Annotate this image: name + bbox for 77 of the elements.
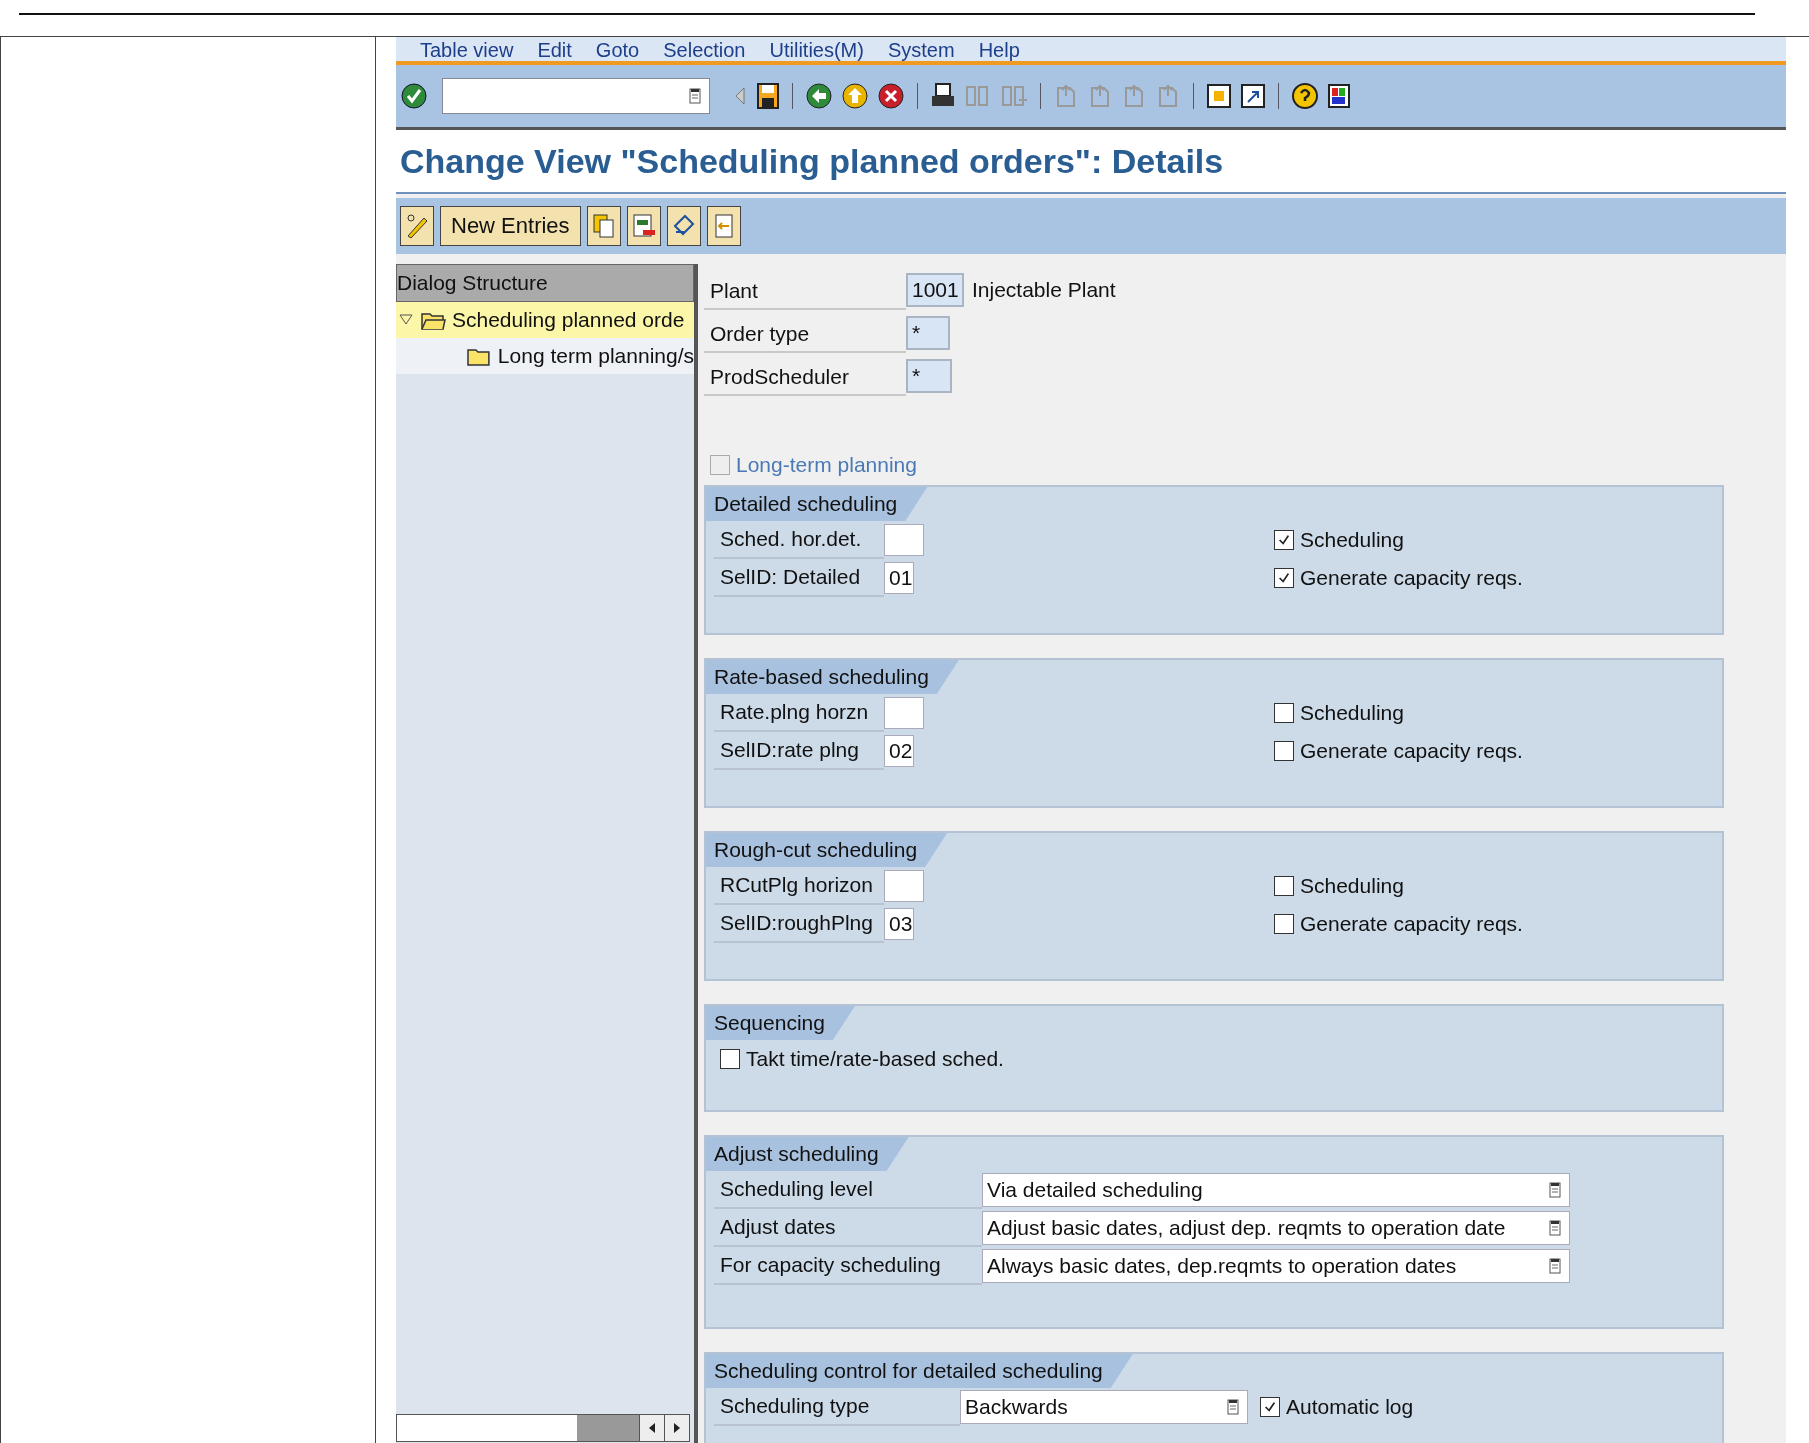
checkbox-label: Generate capacity reqs. [1300, 566, 1523, 590]
save-icon[interactable] [756, 82, 780, 110]
menu-item[interactable]: Table view [420, 39, 514, 61]
menu-item[interactable]: Selection [663, 39, 746, 61]
screen-title: Change View "Scheduling planned orders": Details [400, 141, 1224, 181]
checkbox-label: Scheduling [1300, 528, 1404, 552]
checkbox[interactable] [1260, 1397, 1280, 1417]
delete-icon [630, 212, 657, 240]
tree-item[interactable]: Scheduling planned orde [396, 302, 694, 338]
menu-item[interactable]: Edit [537, 39, 572, 61]
checkbox-label: Scheduling [1300, 701, 1404, 725]
dropdown-icon[interactable] [1549, 1258, 1561, 1274]
group-title: Sequencing [706, 1006, 855, 1040]
checkbox[interactable] [1274, 876, 1294, 896]
group-title: Scheduling control for detailed scheduling [706, 1354, 1133, 1388]
dropdown-icon[interactable] [689, 88, 701, 104]
input-field[interactable]: * [906, 315, 950, 350]
checkmark-icon [1277, 571, 1291, 585]
copy-icon [590, 212, 617, 240]
command-field[interactable] [442, 78, 710, 114]
menu-item[interactable]: System [887, 39, 955, 61]
display-change-button[interactable] [400, 206, 434, 246]
input-field[interactable]: 01 [884, 562, 914, 594]
cancel-icon[interactable] [877, 82, 905, 110]
help-icon[interactable] [1291, 82, 1319, 110]
dropdown-field[interactable]: Via detailed scheduling [982, 1173, 1570, 1207]
group-title: Detailed scheduling [706, 487, 928, 521]
input-field[interactable]: 03 [884, 908, 914, 940]
checkbox[interactable] [720, 1049, 740, 1069]
input-field[interactable] [884, 697, 924, 729]
scroll-left-icon[interactable] [647, 1422, 657, 1434]
dropdown-icon[interactable] [1549, 1182, 1561, 1198]
input-field[interactable] [884, 524, 924, 556]
dropdown-field[interactable]: Always basic dates, dep.reqmts to operation dates [982, 1249, 1570, 1283]
tree-item[interactable]: Long term planning/s [396, 338, 694, 374]
group-title: Rate-based scheduling [706, 660, 959, 694]
scroll-right-icon[interactable] [672, 1422, 682, 1434]
group-title: Rough-cut scheduling [706, 833, 948, 867]
checkbox[interactable] [1274, 914, 1294, 934]
dropdown-field[interactable]: Backwards [960, 1390, 1248, 1424]
panel-header: Dialog Structure [396, 264, 694, 302]
copy-button[interactable] [586, 206, 621, 246]
checkmark-icon [1263, 1400, 1277, 1414]
checkmark-icon [1277, 533, 1291, 547]
menu-item[interactable]: Utilities(M) [769, 39, 864, 61]
checkbox-label: Scheduling [1300, 874, 1404, 898]
checkbox[interactable] [1274, 530, 1294, 550]
dropdown-icon[interactable] [1549, 1220, 1561, 1236]
checkbox-label: Generate capacity reqs. [1300, 739, 1523, 763]
tree-label: Long term planning/s [497, 344, 694, 368]
checkbox[interactable] [1274, 741, 1294, 761]
checkmark-icon[interactable] [400, 82, 428, 110]
new-entries-button[interactable]: New Entries [440, 206, 581, 246]
input-field[interactable]: * [906, 358, 952, 393]
window-icon[interactable] [1206, 82, 1232, 110]
checkbox-label: Generate capacity reqs. [1300, 912, 1523, 936]
checkbox-label: Takt time/rate-based sched. [746, 1047, 1004, 1071]
dropdown-icon[interactable] [1227, 1399, 1239, 1415]
delete-button[interactable] [626, 206, 661, 246]
horizontal-scrollbar[interactable] [396, 1414, 690, 1442]
input-field[interactable]: 02 [884, 735, 914, 767]
checkbox-label: Long-term planning [736, 453, 917, 477]
checkbox-label: Automatic log [1286, 1395, 1414, 1419]
expand-icon[interactable] [398, 313, 414, 327]
checkbox[interactable] [1274, 703, 1294, 723]
checkbox[interactable] [1274, 568, 1294, 588]
menu-item[interactable]: Goto [595, 39, 640, 61]
shortcut-icon[interactable] [1240, 82, 1266, 110]
group-title: Adjust scheduling [706, 1137, 909, 1171]
menu-item[interactable]: Help [978, 39, 1020, 61]
layout-icon[interactable] [1327, 82, 1353, 110]
tree-label: Scheduling planned orde [452, 308, 685, 332]
pencil-icon [404, 212, 430, 240]
field-description: Injectable Plant [972, 277, 1116, 302]
dropdown-field[interactable]: Adjust basic dates, adjust dep. reqmts to operation date [982, 1211, 1570, 1245]
input-field[interactable] [884, 870, 924, 902]
input-field[interactable]: 1001 [906, 272, 964, 307]
